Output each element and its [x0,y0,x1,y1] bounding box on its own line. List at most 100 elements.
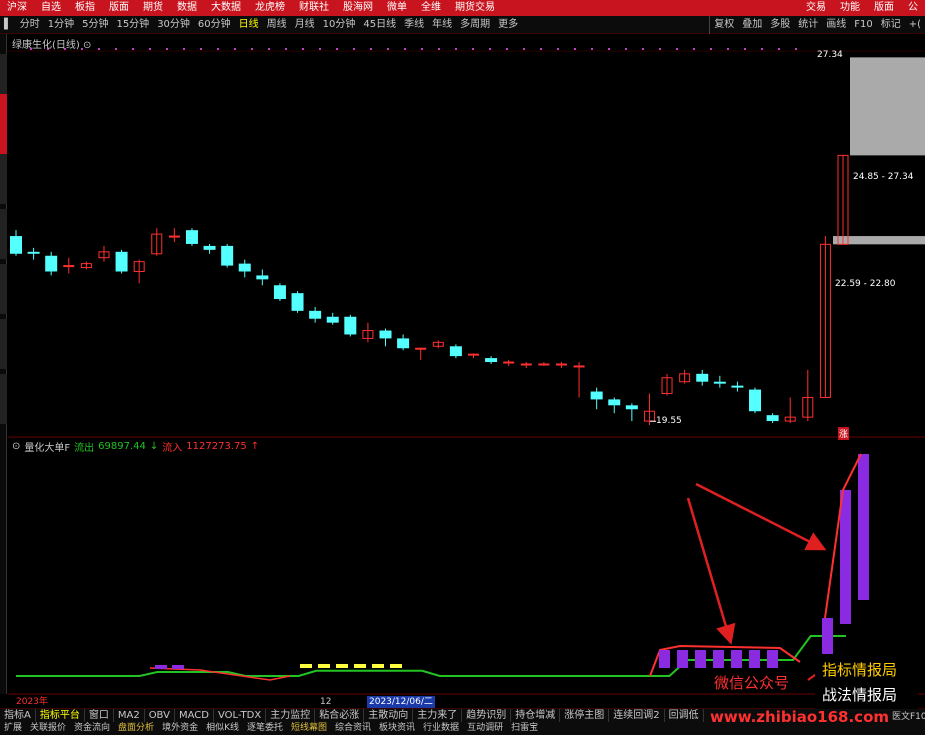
date-year: 2023年 [16,697,48,707]
top-marker-dot [183,48,185,50]
top-marker-dot [574,48,576,50]
top-marker-dot [778,48,780,50]
top-marker-dot [166,48,168,50]
info-tab[interactable]: 关联报价 [26,722,70,735]
candle-body [749,389,762,412]
indicator-tab[interactable]: 主力来了 [413,709,463,722]
top-marker-dot [132,48,134,50]
candle-body [449,346,462,357]
indicator-tab[interactable]: 涨停主图 [560,709,610,722]
chevron-down-icon[interactable]: ⊙ [83,40,91,51]
top-marker-dot [642,48,644,50]
top-marker-dot [336,48,338,50]
info-tab[interactable]: 板块资讯 [375,722,419,735]
info-tab[interactable]: 综合资讯 [331,722,375,735]
date-axis: 2023年 12 2023/12/06/二 [12,696,925,708]
candle-body [731,385,744,388]
indicator-tab[interactable]: 粘合必涨 [315,709,365,722]
info-tab[interactable]: 扩展 [0,722,26,735]
price-tag-low: 19.55 [656,416,682,426]
top-marker-dot [387,48,389,50]
indicator-tab[interactable]: 窗口 [85,709,114,722]
arrow-up-icon: ↑ [250,441,260,452]
watermark-line2: 战法情报局 [822,686,898,704]
candle-body [590,391,603,400]
top-marker-dot [370,48,372,50]
indicator-bar-yellow [318,664,330,668]
date-selected[interactable]: 2023/12/06/二 [367,696,435,708]
indicator-tab[interactable]: 主力监控 [266,709,316,722]
candle-body [10,236,22,254]
top-marker-dot [455,48,457,50]
indicator-tab-platform[interactable]: 指标平台 [36,709,85,722]
candle-body [45,255,58,272]
candle-body [115,251,128,272]
indicator-flow-value: 69897.44 [98,441,146,452]
candlestick-chart[interactable] [0,0,925,735]
candle-body [221,245,234,266]
indicator-bar-yellow [300,664,312,668]
info-tab[interactable]: 行业数据 [419,722,463,735]
indicator-tab[interactable]: 指标A [0,709,36,722]
top-marker-dot [489,48,491,50]
indicator-bar [731,650,742,668]
candle-body [203,245,216,250]
indicator-tab[interactable]: 持仓增减 [511,709,561,722]
indicator-tab[interactable]: VOL-TDX [214,709,267,722]
top-marker-dot [659,48,661,50]
flow-line-red [149,667,291,681]
info-tab[interactable]: 相似K线 [202,722,243,735]
indicator-tab[interactable]: 回调低 [665,709,704,722]
candle-body [273,285,286,300]
top-marker-dot [795,48,797,50]
indicator-bar [858,454,869,600]
top-marker-dot [727,48,729,50]
info-tab[interactable]: 扫雷宝 [507,722,542,735]
indicator-bar [659,650,670,668]
candle-body [63,265,75,268]
corner-badge: 涨 [838,427,850,440]
indicator-tab[interactable]: OBV [145,709,175,722]
info-tab[interactable]: 资金流向 [70,722,114,735]
chevron-down-icon[interactable]: ⊙ [12,441,20,452]
top-marker-dot [319,48,321,50]
top-marker-dot [506,48,508,50]
top-marker-dot [540,48,542,50]
indicator-tab[interactable]: MA2 [114,709,145,722]
candle-body [238,263,251,272]
annotation-arrow [695,482,827,551]
candle-body [538,363,550,366]
indicator-tab[interactable]: 趋势识别 [462,709,512,722]
info-tab[interactable]: 盘面分析 [114,722,158,735]
top-marker-dot [438,48,440,50]
info-tab[interactable]: 短线幕图 [287,722,331,735]
top-marker-dot [353,48,355,50]
info-tab[interactable]: 逐笔委托 [243,722,287,735]
candle-body [713,381,726,384]
top-marker-dot [149,48,151,50]
candle-body [415,347,427,350]
top-marker-dot [557,48,559,50]
indicator-bar [677,650,688,668]
indicator-tab[interactable]: 连续回调2 [609,709,665,722]
top-marker-dot [302,48,304,50]
price-tag-high: 27.34 [817,50,843,60]
indicator-bar-yellow [390,664,402,668]
price-zone-lower: 22.59 - 22.80 [835,279,896,289]
top-marker-dot [234,48,236,50]
candle-body [485,358,498,363]
candle-body [326,316,339,323]
indicator-tab[interactable]: MACD [175,709,214,722]
top-marker-dot [404,48,406,50]
candle-body [291,293,304,311]
info-tab[interactable]: 境外资金 [158,722,202,735]
target-zone-lower [833,236,925,245]
candle-body [573,365,585,368]
top-marker-dot [591,48,593,50]
indicator-tab[interactable]: 主散动向 [364,709,414,722]
watermark-line1: 指标情报局 [822,661,898,679]
info-tab[interactable]: 互动调研 [463,722,507,735]
stock-title: 绿康生化(日线) ⊙ [12,36,91,51]
indicator-name: 量化大单F [24,443,71,454]
candle-body [520,363,532,366]
